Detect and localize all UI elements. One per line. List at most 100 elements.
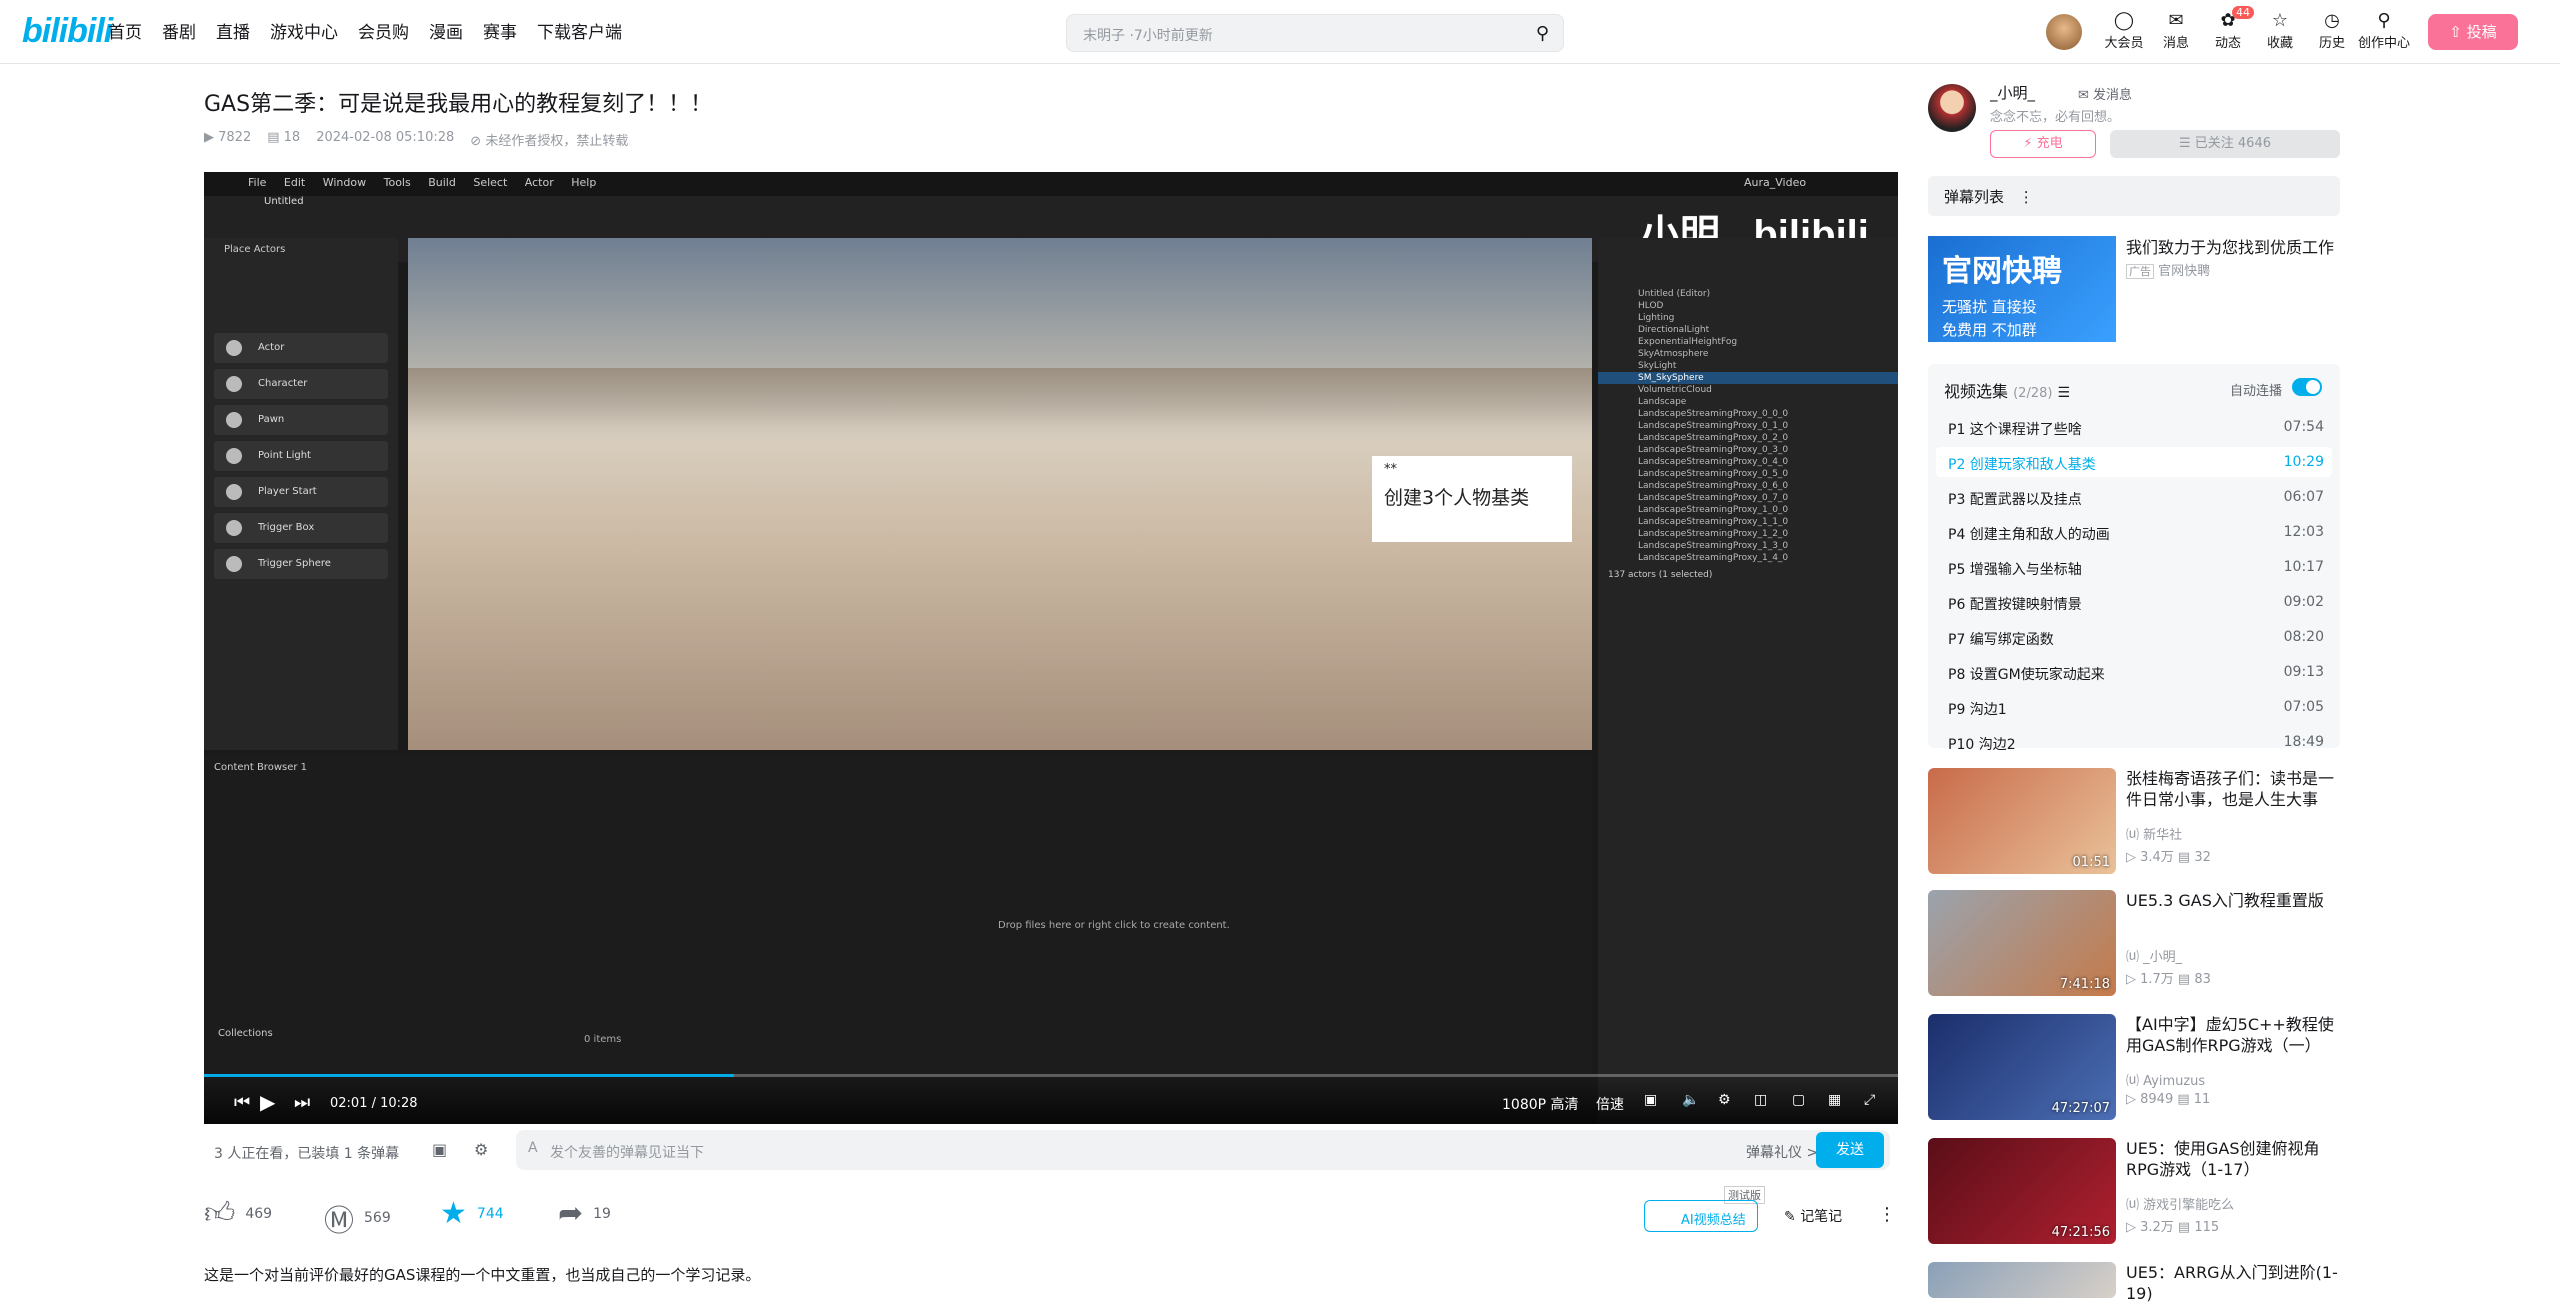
danmaku-toggle-icon[interactable]: ▣ (1644, 1092, 1657, 1108)
nav-vip[interactable]: ◯ 大会员 (2098, 10, 2150, 51)
recommended-video[interactable]: 47:21:56 UE5：使用GAS创建俯视角RPG游戏（1-17） ⒰ 游戏引擎能… (1928, 1138, 2340, 1246)
episode-item[interactable]: P8 设置GM使玩家动起来 09:13 (1936, 657, 2332, 687)
episode-item[interactable]: P3 配置武器以及挂点 06:07 (1936, 482, 2332, 512)
nav-download-client[interactable]: 下载客户端 (537, 18, 622, 43)
nav-esports[interactable]: 赛事 (483, 18, 517, 43)
episode-item[interactable]: P2 创建玩家和敌人基类 10:29 (1936, 447, 2332, 477)
nav-dynamic[interactable]: ✿ 44 动态 (2202, 6, 2254, 51)
episode-item[interactable]: P1 这个课程讲了些啥 07:54 (1936, 412, 2332, 442)
video-thumbnail[interactable] (1928, 1262, 2116, 1298)
font-icon[interactable]: A (528, 1140, 538, 1156)
coin-count: 569 (364, 1210, 391, 1226)
search-input[interactable]: 末明子 ·7小时前更新 ⚲ (1066, 14, 1564, 52)
nav-mall[interactable]: 会员购 (358, 18, 409, 43)
settings-icon[interactable]: ⚙ (1718, 1092, 1731, 1108)
danmaku-settings-icon[interactable]: ⚙ (474, 1140, 488, 1159)
ue-menu-edit: Edit (283, 176, 306, 189)
coin-button[interactable]: Ⓜ 569 (324, 1196, 391, 1240)
ue-actor-item: Trigger Box (214, 513, 388, 543)
nav-game-center[interactable]: 游戏中心 (270, 18, 338, 43)
charge-button[interactable]: ⚡ 充电 (1990, 130, 2096, 158)
danmaku-input[interactable]: A 发个友善的弹幕见证当下 弹幕礼仪 > 发送 (516, 1130, 1890, 1170)
episode-item[interactable]: P9 沟边1 07:05 (1936, 692, 2332, 722)
episode-item[interactable]: P7 编写绑定函数 08:20 (1936, 622, 2332, 652)
vip-icon: ◯ (2113, 10, 2135, 31)
share-button[interactable]: ➦ 19 (558, 1196, 611, 1231)
nav-live[interactable]: 直播 (216, 18, 250, 43)
recommended-author[interactable]: ⒰ 游戏引擎能吃么 (2126, 1194, 2234, 1213)
volume-icon[interactable]: 🔈 (1682, 1092, 1699, 1108)
ue-level-tab: Untitled (264, 196, 304, 207)
nav-anime[interactable]: 番剧 (162, 18, 196, 43)
pip-icon[interactable]: ◫ (1754, 1092, 1767, 1108)
search-icon[interactable]: ⚲ (1536, 23, 1549, 44)
recommended-video[interactable]: 7:41:18 UE5.3 GAS入门教程重置版 ⒰ _小明_ ▷ 1.7万 ▤ 83 (1928, 890, 2340, 998)
more-icon[interactable]: ⋮ (2019, 188, 2034, 206)
video-thumbnail[interactable]: 01:51 (1928, 768, 2116, 874)
desert-hills (408, 368, 1592, 428)
video-player[interactable]: File Edit Window Tools Build Select Acto… (204, 172, 1898, 1124)
wide-icon[interactable]: ▢ (1792, 1092, 1805, 1108)
next-icon[interactable]: ⏭ (294, 1092, 310, 1113)
video-thumbnail[interactable]: 47:27:07 (1928, 1014, 2116, 1120)
video-thumbnail[interactable]: 7:41:18 (1928, 890, 2116, 996)
webfullscreen-icon[interactable]: ▦ (1828, 1092, 1841, 1108)
prev-icon[interactable]: ⏮ (234, 1092, 250, 1113)
list-icon[interactable]: ☰ (2058, 385, 2071, 401)
ue-collections: Collections (218, 1028, 273, 1039)
episode-duration: 06:07 (2283, 489, 2324, 505)
ad-banner[interactable]: 官网快聘 无骚扰 直接投 免费用 不加群 (1928, 236, 2116, 342)
danmaku-list-toggle[interactable]: 弹幕列表 ⋮ (1928, 176, 2340, 216)
nav-home[interactable]: 首页 (108, 18, 142, 43)
nav-creator[interactable]: ⚲ 创作中心 (2358, 10, 2410, 51)
recommended-video[interactable]: UE5：ARRG从入门到进阶(1-19) (1928, 1262, 2340, 1303)
episode-item[interactable]: P5 增强输入与坐标轴 10:17 (1936, 552, 2332, 582)
user-avatar[interactable] (2046, 14, 2082, 50)
tutorial-callout: ** 创建3个人物基类 (1372, 456, 1572, 542)
share-arrow-icon: ➦ (558, 1196, 584, 1231)
episode-item[interactable]: P10 沟边2 18:49 (1936, 727, 2332, 757)
recommended-author[interactable]: ⒰ _小明_ (2126, 946, 2182, 965)
recommended-video[interactable]: 01:51 张桂梅寄语孩子们：读书是一件日常小事，也是人生大事 ⒰ 新华社 ▷ 3.4… (1928, 768, 2340, 876)
uploader-name[interactable]: _小明_ (1990, 82, 2035, 103)
nav-manga[interactable]: 漫画 (429, 18, 463, 43)
coin-icon: Ⓜ (324, 1204, 354, 1239)
play-icon[interactable]: ▶ (260, 1090, 275, 1114)
recommended-author[interactable]: ⒰ 新华社 (2126, 824, 2182, 843)
callout-text: 创建3个人物基类 (1384, 487, 1530, 509)
recommended-video[interactable]: 47:27:07 【AI中字】虚幻5C++教程使用GAS制作RPG游戏（一） ⒰ A… (1928, 1014, 2340, 1122)
send-danmaku-button[interactable]: 发送 (1816, 1132, 1884, 1168)
bilibili-logo[interactable]: bilibili (22, 12, 113, 51)
nav-history[interactable]: ◷ 历史 (2306, 10, 2358, 51)
followed-button[interactable]: ☰ 已关注 4646 (2110, 130, 2340, 158)
recommended-title[interactable]: 张桂梅寄语孩子们：读书是一件日常小事，也是人生大事 (2126, 768, 2340, 810)
uploader-avatar[interactable] (1928, 84, 1976, 132)
nav-favorites[interactable]: ☆ 收藏 (2254, 10, 2306, 51)
video-thumbnail[interactable]: 47:21:56 (1928, 1138, 2116, 1244)
take-notes-button[interactable]: ✎ 记笔记 (1784, 1206, 1842, 1226)
recommended-title[interactable]: 【AI中字】虚幻5C++教程使用GAS制作RPG游戏（一） (2126, 1014, 2340, 1056)
recommended-title[interactable]: UE5.3 GAS入门教程重置版 (2126, 890, 2340, 911)
recommended-author[interactable]: ⒰ Ayimuzus (2126, 1070, 2205, 1089)
like-button[interactable]: 👍︎ 469 (204, 1196, 272, 1232)
danmaku-etiquette-link[interactable]: 弹幕礼仪 > (1746, 1142, 1818, 1162)
danmaku-switch-icon[interactable]: ▣ (432, 1140, 447, 1159)
autoplay-toggle[interactable] (2292, 378, 2322, 396)
favorite-button[interactable]: ★ 744 (440, 1196, 504, 1231)
speed-selector[interactable]: 倍速 (1596, 1094, 1624, 1114)
send-message-link[interactable]: ✉ 发消息 (2078, 84, 2132, 103)
fullscreen-icon[interactable]: ⤢ (1864, 1092, 1875, 1108)
upload-button[interactable]: ⇧ 投稿 (2428, 14, 2518, 50)
top-nav-bar: bilibili 首页 番剧 直播 游戏中心 会员购 漫画 赛事 下载客户端 末… (0, 0, 2560, 64)
ue-outliner-row: LandscapeStreamingProxy_0_6_0 (1638, 481, 1789, 491)
more-options-icon[interactable]: ⋮ (1878, 1204, 1896, 1225)
ad-banner-headline: 官网快聘 (1942, 254, 2062, 289)
nav-messages[interactable]: ✉ 消息 (2150, 10, 2202, 51)
ai-summary-button[interactable]: AI视频总结 (1644, 1200, 1758, 1232)
episode-item[interactable]: P4 创建主角和敌人的动画 12:03 (1936, 517, 2332, 547)
ad-title[interactable]: 我们致力于为您找到优质工作 (2126, 234, 2340, 258)
episode-item[interactable]: P6 配置按键映射情景 09:02 (1936, 587, 2332, 617)
recommended-title[interactable]: UE5：使用GAS创建俯视角RPG游戏（1-17） (2126, 1138, 2340, 1180)
danmaku-placeholder: 发个友善的弹幕见证当下 (550, 1145, 704, 1161)
quality-selector[interactable]: 1080P 高清 (1502, 1094, 1579, 1114)
